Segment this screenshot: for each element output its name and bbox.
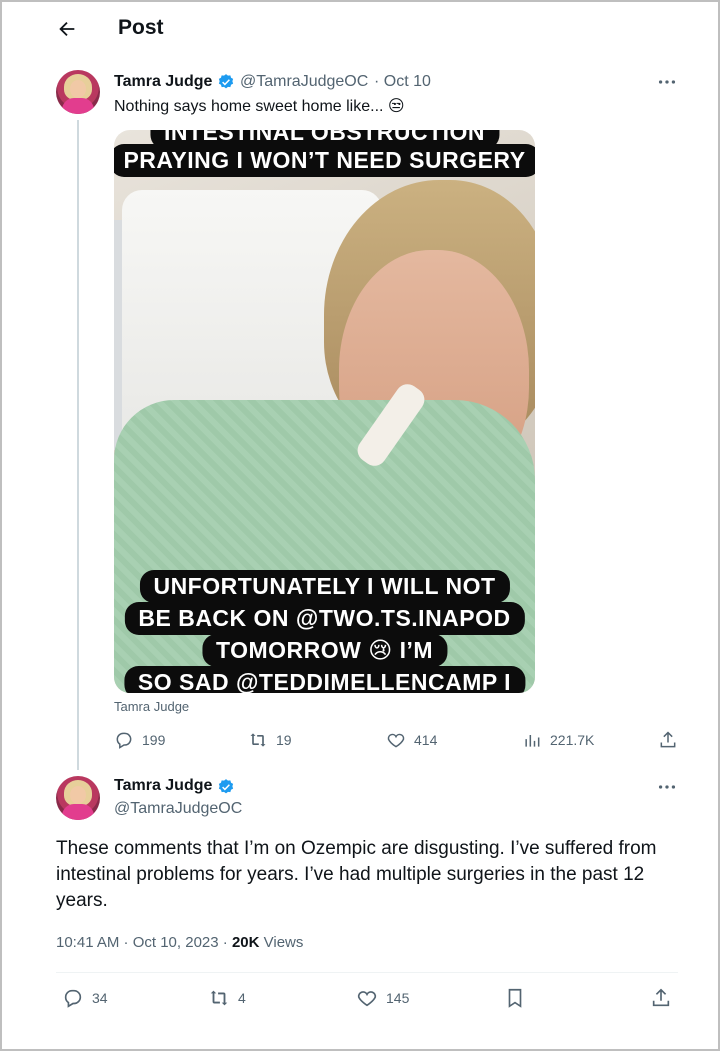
post-image[interactable]: INTESTINAL OBSTRUCTION PRAYING I WON’T N…	[114, 130, 535, 693]
heart-icon	[387, 733, 405, 748]
share-button[interactable]	[658, 730, 678, 750]
views-button[interactable]: 221.7K	[522, 730, 594, 750]
repost-icon	[210, 990, 228, 1006]
page-title: Post	[118, 16, 164, 39]
repost-count: 4	[238, 990, 246, 1006]
share-button[interactable]	[650, 987, 672, 1009]
header: Post	[0, 0, 716, 58]
more-options-icon[interactable]	[656, 776, 678, 798]
reply-count: 34	[92, 990, 108, 1006]
views-count: 20K	[231, 934, 260, 951]
tweet-text: Nothing says home sweet home like... 😒	[114, 98, 405, 115]
image-caption: TOMORROW 😢 I’M	[201, 634, 448, 667]
repost-button[interactable]: 4	[208, 987, 246, 1009]
author-name[interactable]: Tamra Judge	[114, 777, 212, 795]
author-handle[interactable]: @TamraJudgeOC	[240, 73, 368, 91]
repost-icon	[250, 733, 266, 747]
like-count: 414	[414, 732, 438, 748]
verified-badge-icon	[217, 73, 235, 91]
image-caption: SO SAD @TEDDIMELLENCAMP I	[123, 666, 526, 693]
post-metadata: 10:41 AM · Oct 10, 2023 · 20K Views	[56, 934, 303, 951]
repost-count: 19	[276, 732, 292, 748]
analytics-icon	[525, 735, 540, 747]
share-icon	[660, 731, 676, 748]
post-timestamp[interactable]: 10:41 AM · Oct 10, 2023 ·	[56, 934, 232, 951]
view-count: 221.7K	[550, 732, 595, 748]
bookmark-button[interactable]	[504, 987, 526, 1009]
reply-button[interactable]: 199	[114, 730, 165, 750]
avatar[interactable]	[56, 776, 100, 820]
media-credit: Tamra Judge	[114, 699, 190, 714]
tweet-text: These comments that I’m on Ozempic are d…	[56, 838, 657, 911]
verified-badge-icon	[217, 778, 235, 796]
reply-count: 199	[142, 732, 166, 748]
reply-icon	[64, 989, 82, 1008]
like-count: 145	[386, 990, 410, 1006]
thread-line	[77, 120, 79, 770]
more-options-icon[interactable]	[656, 71, 678, 93]
bookmark-icon	[508, 988, 522, 1008]
reply-icon	[116, 732, 132, 749]
share-icon	[652, 988, 670, 1007]
action-bar: 199 19 414 221.7K	[0, 730, 716, 754]
views-label: Views	[259, 934, 304, 951]
back-arrow-icon[interactable]	[56, 18, 78, 40]
author-handle[interactable]: @TamraJudgeOC	[114, 800, 242, 818]
author-name[interactable]: Tamra Judge	[114, 73, 212, 91]
divider	[56, 972, 678, 973]
reply-button[interactable]: 34	[62, 987, 108, 1009]
image-caption: BE BACK ON @TWO.TS.INAPOD	[124, 602, 525, 635]
repost-button[interactable]: 19	[248, 730, 292, 750]
avatar[interactable]	[56, 70, 100, 114]
like-button[interactable]: 414	[386, 730, 437, 750]
image-caption: UNFORTUNATELY I WILL NOT	[139, 570, 510, 603]
like-button[interactable]: 145	[356, 987, 409, 1009]
image-caption: PRAYING I WON’T NEED SURGERY	[114, 144, 535, 177]
action-bar: 34 4 145	[0, 987, 716, 1013]
heart-icon	[357, 991, 377, 1007]
post-date[interactable]: · Oct 10	[374, 73, 431, 91]
